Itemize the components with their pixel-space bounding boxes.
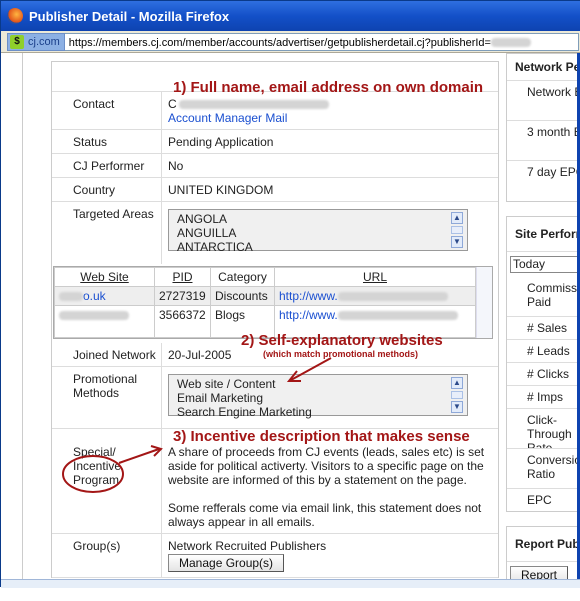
list-item[interactable]: ANGOLA (177, 212, 467, 226)
pid-cell: 3566372 (154, 305, 211, 338)
url-text: https://members.cj.com/member/accounts/a… (68, 36, 491, 49)
redacted (337, 311, 458, 321)
status-value: Pending Application (168, 135, 274, 149)
panel-title: Network Performance (507, 54, 579, 81)
panel-row: # Imps (507, 386, 579, 409)
window-title: Publisher Detail - Mozilla Firefox (29, 8, 230, 24)
annotation-2-sub: (which match promotional methods) (263, 349, 419, 359)
panel-title: Report Publisher (507, 527, 579, 562)
column-header-category: Category (210, 267, 275, 287)
report-publisher-panel: Report Publisher Report (506, 526, 579, 587)
redacted-id (490, 38, 531, 48)
scroll-up-icon[interactable]: ▲ (451, 212, 463, 224)
targeted-label: Targeted Areas (52, 202, 162, 264)
promo-label: Promotional Methods (52, 367, 162, 428)
incentive-note: Some refferals come via email link, this… (168, 501, 482, 529)
column-header-url[interactable]: URL (274, 267, 476, 287)
performer-value: No (168, 159, 184, 173)
list-item[interactable]: ANTARCTICA (177, 240, 467, 254)
scrollbar[interactable]: ▲ ▼ (451, 377, 463, 413)
panel-row: 7 day EPC (527, 165, 579, 179)
annotation-1: 1) Full name, email address on own domai… (173, 79, 484, 96)
contact-label: Contact (52, 92, 162, 129)
title-bar: Publisher Detail - Mozilla Firefox (1, 1, 580, 31)
right-sidebar: Network Performance Network Earnings 3 m… (506, 53, 580, 601)
browser-window: Publisher Detail - Mozilla Firefox $ cj.… (0, 0, 580, 588)
category-cell: Discounts (210, 286, 275, 306)
period-select[interactable]: Today (510, 256, 580, 273)
list-item[interactable]: Email Marketing (177, 391, 467, 405)
address-field[interactable]: https://members.cj.com/member/accounts/a… (64, 32, 579, 51)
redacted-contact (178, 100, 329, 110)
website-link[interactable]: o.uk (83, 289, 106, 303)
panel-row: Click-Through Rate (507, 409, 579, 449)
list-item[interactable]: Search Engine Marketing (177, 405, 467, 419)
scroll-down-icon[interactable]: ▼ (451, 236, 463, 248)
panel-row: # Leads (507, 340, 579, 363)
url-link[interactable]: http://www. (279, 308, 338, 322)
incentive-text: A share of proceeds from CJ events (lead… (168, 445, 485, 487)
scrollbar[interactable]: ▲ ▼ (451, 212, 463, 248)
url-bar: $ cj.com https://members.cj.com/member/a… (1, 31, 580, 53)
account-manager-mail-link[interactable]: Account Manager Mail (168, 111, 287, 125)
column-header-website[interactable]: Web Site (54, 267, 155, 287)
groups-value: Network Recruited Publishers (168, 539, 327, 553)
status-label: Status (52, 130, 162, 153)
panel-row: Commission Paid (507, 277, 579, 317)
contact-name: C (168, 97, 177, 111)
website-link[interactable] (59, 311, 129, 321)
panel-row: EPC (527, 493, 552, 507)
incentive-label: Special/ Incentive Program (52, 429, 162, 533)
status-row: Status Pending Application (52, 130, 498, 154)
scroll-thumb[interactable] (451, 391, 463, 399)
joined-label: Joined Network (52, 343, 162, 366)
scroll-down-icon[interactable]: ▼ (451, 401, 463, 413)
page-content: Contact C Account Manager Mail Status Pe… (1, 53, 580, 587)
groups-row: Group(s) Network Recruited Publishers Ma… (52, 534, 498, 578)
contact-row: Contact C Account Manager Mail (52, 92, 498, 130)
manage-groups-button[interactable]: Manage Group(s) (168, 554, 285, 572)
table-scrollbar[interactable] (476, 267, 492, 338)
websites-table: Web Site PID Category URL o.uk 2727319 D… (53, 266, 493, 339)
redacted (337, 292, 448, 302)
country-label: Country (52, 178, 162, 201)
url-link[interactable]: http://www. (279, 289, 338, 303)
pid-cell: 2727319 (154, 286, 211, 306)
panel-row: Network Earnings (507, 81, 579, 121)
list-item[interactable]: Web site / Content (177, 377, 467, 391)
scroll-up-icon[interactable]: ▲ (451, 377, 463, 389)
cj-logo-icon: $ (10, 34, 24, 49)
column-header-pid[interactable]: PID (154, 267, 211, 287)
table-row: o.uk 2727319 Discounts http://www. (54, 286, 476, 306)
panel-title: Site Performance (507, 217, 579, 252)
site-name: cj.com (28, 35, 60, 48)
panel-row: 3 month EPC (507, 121, 579, 161)
panel-row: Conversion Ratio (507, 449, 579, 489)
annotation-3: 3) Incentive description that makes sens… (173, 428, 470, 445)
targeted-row: Targeted Areas ANGOLA ANGUILLA ANTARCTIC… (52, 202, 498, 264)
performer-label: CJ Performer (52, 154, 162, 177)
firefox-icon (7, 8, 23, 24)
redacted (59, 292, 83, 302)
country-value: UNITED KINGDOM (168, 183, 274, 197)
site-identity-button[interactable]: $ cj.com (7, 32, 65, 51)
targeted-areas-listbox[interactable]: ANGOLA ANGUILLA ANTARCTICA ▲ ▼ (168, 209, 468, 254)
performer-row: CJ Performer No (52, 154, 498, 178)
annotation-2: 2) Self-explanatory websites (241, 332, 443, 349)
scroll-thumb[interactable] (451, 226, 463, 234)
list-item[interactable]: ANGUILLA (177, 226, 467, 240)
groups-label: Group(s) (52, 534, 162, 577)
panel-row: # Sales (507, 317, 579, 340)
site-performance-panel: Site Performance Today Commission Paid #… (506, 216, 580, 512)
panel-row: # Clicks (507, 363, 579, 386)
publisher-details: Contact C Account Manager Mail Status Pe… (51, 61, 499, 578)
country-row: Country UNITED KINGDOM (52, 178, 498, 202)
promo-row: Promotional Methods Web site / Content E… (52, 367, 498, 429)
promotional-methods-listbox[interactable]: Web site / Content Email Marketing Searc… (168, 374, 468, 419)
left-gutter (1, 53, 23, 586)
network-performance-panel: Network Performance Network Earnings 3 m… (506, 53, 579, 202)
